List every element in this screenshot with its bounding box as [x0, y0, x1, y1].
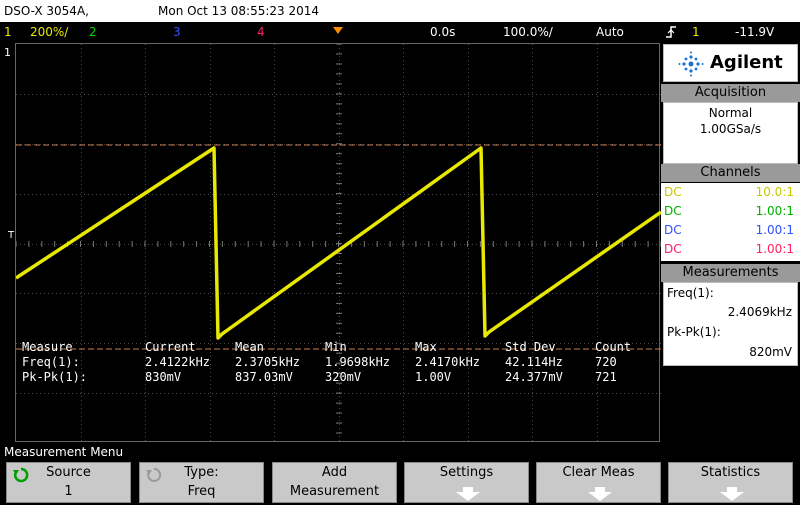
ch3-probe-ratio: 1.00:1 — [755, 223, 794, 237]
agilent-spark-icon — [678, 51, 704, 81]
date-time: Mon Oct 13 08:55:23 2014 — [158, 4, 320, 18]
measurements-box: Freq(1): 2.4069kHz Pk-Pk(1): 820mV — [663, 282, 798, 366]
ch1-probe-ratio: 10.0:1 — [755, 185, 794, 199]
table-cell: 2.4170kHz — [415, 355, 481, 369]
time-scale[interactable]: 100.0%/ — [503, 25, 553, 39]
source-softkey[interactable]: Source 1 — [6, 462, 131, 503]
ch1-label[interactable]: 1 — [4, 25, 12, 39]
down-arrow-icon — [588, 487, 612, 505]
type-softkey-label: Type: — [184, 465, 219, 480]
brand-box: Agilent — [663, 44, 798, 82]
info-sidebar: Agilent Acquisition Normal 1.00GSa/s Cha… — [661, 44, 800, 440]
trigger-level-marker[interactable]: T — [8, 230, 14, 241]
table-cell: Pk-Pk(1): — [22, 370, 88, 384]
instrument-model: DSO-X 3054A, — [4, 4, 89, 18]
acquisition-box: Normal 1.00GSa/s — [663, 102, 798, 164]
add-measurement-label-line2: Measurement — [289, 484, 380, 499]
table-cell: 320mV — [325, 370, 362, 384]
freq-value: 2.4069kHz — [727, 305, 792, 319]
table-cell: 720 — [595, 355, 617, 369]
column-header: Mean — [235, 340, 264, 354]
ch1-ground-marker[interactable]: 1 — [4, 46, 11, 59]
ch2-label[interactable]: 2 — [89, 25, 97, 39]
column-header: Measure — [22, 340, 73, 354]
table-cell: 1.00V — [415, 370, 452, 384]
trigger-source[interactable]: 1 — [692, 25, 700, 39]
table-cell: Freq(1): — [22, 355, 80, 369]
ch4-coupling: DC — [664, 242, 682, 256]
trigger-mode[interactable]: Auto — [596, 25, 624, 39]
trigger-position-marker — [333, 24, 343, 38]
column-header: Min — [325, 340, 347, 354]
settings-softkey-label: Settings — [439, 465, 494, 480]
ch4-probe-ratio: 1.00:1 — [755, 242, 794, 256]
ch4-label[interactable]: 4 — [257, 25, 265, 39]
ch3-label[interactable]: 3 — [173, 25, 181, 39]
table-cell: 42.114Hz — [505, 355, 563, 369]
column-header: Std Dev — [505, 340, 556, 354]
down-arrow-icon — [456, 487, 480, 505]
status-bar: 1 200%/ 2 3 4 0.0s 100.0%/ Auto 1 -11.9V — [0, 22, 800, 42]
down-arrow-icon — [720, 487, 744, 505]
acquisition-header: Acquisition — [661, 84, 800, 102]
source-softkey-label: Source — [46, 465, 91, 480]
ch1-coupling: DC — [664, 185, 682, 199]
time-delay[interactable]: 0.0s — [430, 25, 455, 39]
title-bar: DSO-X 3054A, Mon Oct 13 08:55:23 2014 — [0, 0, 800, 22]
measurements-header: Measurements — [661, 264, 800, 282]
table-cell: 721 — [595, 370, 617, 384]
settings-softkey[interactable]: Settings — [404, 462, 529, 503]
table-cell: 837.03mV — [235, 370, 293, 384]
add-measurement-label-line1: Add — [321, 465, 348, 480]
acquisition-mode: Normal — [708, 106, 753, 120]
type-softkey[interactable]: Type: Freq — [139, 462, 264, 503]
column-header: Current — [145, 340, 196, 354]
statistics-softkey-label: Statistics — [700, 465, 761, 480]
table-cell: 1.9698kHz — [325, 355, 391, 369]
column-header: Max — [415, 340, 437, 354]
clear-meas-softkey-label: Clear Meas — [562, 465, 635, 480]
type-softkey-value: Freq — [187, 484, 216, 499]
rising-edge-icon — [665, 25, 677, 42]
add-measurement-softkey[interactable]: Add Measurement — [272, 462, 397, 503]
ch1-scale[interactable]: 200%/ — [30, 25, 68, 39]
pkpk-label: Pk-Pk(1): — [667, 325, 721, 339]
trigger-level[interactable]: -11.9V — [735, 25, 774, 39]
freq-label: Freq(1): — [667, 286, 714, 300]
channels-header: Channels — [661, 164, 800, 182]
sample-rate: 1.00GSa/s — [699, 122, 762, 136]
table-cell: 24.377mV — [505, 370, 563, 384]
brand-logo-text: Agilent — [710, 52, 783, 73]
ch2-coupling: DC — [664, 204, 682, 218]
statistics-softkey[interactable]: Statistics — [668, 462, 793, 503]
source-softkey-value: 1 — [64, 484, 73, 499]
clear-meas-softkey[interactable]: Clear Meas — [536, 462, 661, 503]
ch2-probe-ratio: 1.00:1 — [755, 204, 794, 218]
pkpk-value: 820mV — [749, 345, 792, 359]
table-cell: 830mV — [145, 370, 182, 384]
menu-title: Measurement Menu — [0, 443, 800, 461]
table-cell: 2.4122kHz — [145, 355, 211, 369]
ch3-coupling: DC — [664, 223, 682, 237]
channels-list: DC 10.0:1 DC 1.00:1 DC 1.00:1 DC 1.00:1 — [661, 183, 800, 261]
column-header: Count — [595, 340, 632, 354]
table-cell: 2.3705kHz — [235, 355, 301, 369]
